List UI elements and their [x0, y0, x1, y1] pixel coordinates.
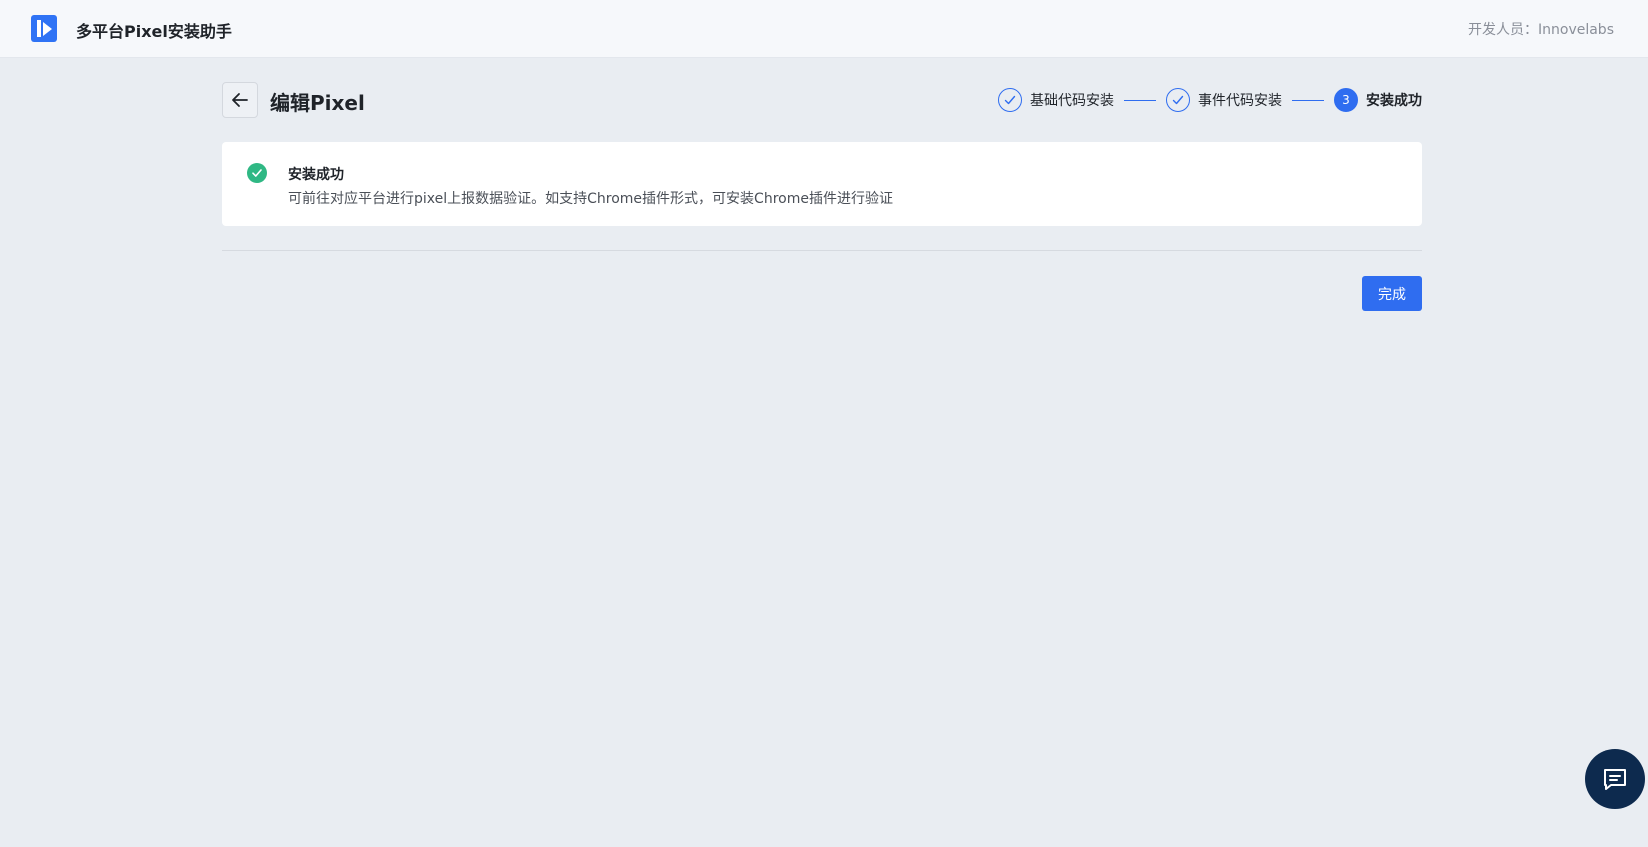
- app-header: 多平台Pixel安装助手 开发人员：Innovelabs: [0, 0, 1648, 58]
- step-event-code: 事件代码安装: [1166, 88, 1282, 112]
- developer-credit: 开发人员：Innovelabs: [1468, 22, 1614, 38]
- page-title: 编辑Pixel: [270, 91, 365, 115]
- app-logo-icon: [31, 15, 57, 42]
- step-basic-code: 基础代码安装: [998, 88, 1114, 112]
- chat-icon: [1604, 769, 1626, 790]
- result-title: 安装成功: [288, 167, 344, 183]
- success-check-icon: [247, 163, 267, 183]
- back-button[interactable]: [222, 82, 258, 118]
- check-icon: [998, 88, 1022, 112]
- result-description: 可前往对应平台进行pixel上报数据验证。如支持Chrome插件形式，可安装Ch…: [288, 191, 893, 207]
- arrow-left-icon: [232, 93, 248, 107]
- step-label: 事件代码安装: [1198, 93, 1282, 109]
- progress-steps: 基础代码安装 事件代码安装 3 安装成功: [998, 88, 1422, 112]
- chat-button[interactable]: [1585, 749, 1645, 809]
- done-button[interactable]: 完成: [1362, 276, 1422, 311]
- check-icon: [1166, 88, 1190, 112]
- divider: [222, 250, 1422, 251]
- step-success: 3 安装成功: [1334, 88, 1422, 112]
- step-number: 3: [1334, 88, 1358, 112]
- step-connector: [1292, 99, 1324, 101]
- step-connector: [1124, 99, 1156, 101]
- step-label: 安装成功: [1366, 93, 1422, 109]
- app-title: 多平台Pixel安装助手: [76, 22, 232, 41]
- result-card: 安装成功 可前往对应平台进行pixel上报数据验证。如支持Chrome插件形式，…: [222, 142, 1422, 226]
- step-label: 基础代码安装: [1030, 93, 1114, 109]
